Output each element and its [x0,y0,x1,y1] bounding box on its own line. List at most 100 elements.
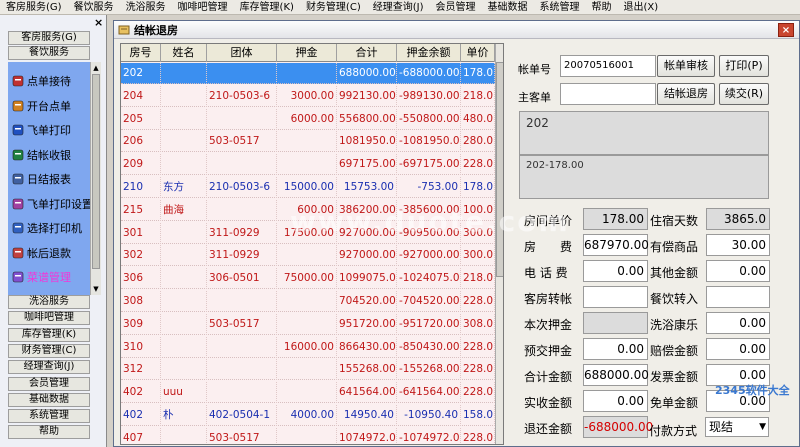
menu-item-5[interactable]: 财务管理(C) [300,0,367,15]
sidebar-item-5[interactable]: 飞单打印设置 [11,193,93,215]
table-cell: 228.0 [461,336,495,358]
sidebar-category-7[interactable]: 系统管理 [8,409,90,424]
sidebar-close-icon[interactable]: × [94,17,103,29]
table-cell [277,359,337,381]
table-row[interactable]: 215 曲海 600.00 386200.00 -385600.00 100.0 [121,199,495,221]
menu-item-3[interactable]: 咖啡吧管理 [172,0,234,15]
sidebar-category-3[interactable]: 财务管理(C) [8,343,90,358]
menu-item-11[interactable]: 退出(X) [618,0,665,15]
table-row[interactable]: 301 311-0929 17500.00 927000.00 -909500.00 30… [121,222,495,244]
checkout-button[interactable]: 结帐退房 [657,83,715,105]
menu-item-10[interactable]: 帮助 [586,0,618,15]
sidebar-category-catering[interactable]: 餐饮服务 [8,46,90,60]
menu-item-6[interactable]: 经理查询(J) [367,0,430,15]
right_fields-field-2[interactable]: 0.00 [706,260,770,282]
sidebar-category-2[interactable]: 库存管理(K) [8,327,90,342]
main-guest-field[interactable] [560,83,656,105]
menu-item-4[interactable]: 库存管理(K) [234,0,300,15]
sidebar-item-4[interactable]: 日结报表 [11,168,71,190]
table-row[interactable]: 210 东方 210-0503-6 15000.00 15753.00 -753.00 17… [121,177,495,198]
sidebar-category-4[interactable]: 经理查询(J) [8,360,90,375]
column-header[interactable]: 押金余额 [397,44,461,62]
table-row[interactable]: 306 306-0501 75000.00 1099075.00 -1024075.00… [121,268,495,290]
menu-item-0[interactable]: 客房服务(G) [0,0,68,15]
sidebar-category-0[interactable]: 洗浴服务 [8,295,90,309]
scroll-down-icon[interactable]: ▼ [92,284,100,294]
print-button[interactable]: 打印(P) [719,55,769,77]
bill-no-field[interactable]: 20070516001 [560,55,656,77]
scroll-up-icon[interactable]: ▲ [92,63,100,73]
sidebar-item-2[interactable]: 飞单打印 [11,119,71,141]
table-cell: 14950.40 [337,405,397,426]
table-row[interactable]: 204 210-0503-6 3000.00 992130.00 -989130.00 2… [121,85,495,107]
column-header[interactable]: 姓名 [161,44,207,62]
right_fields-field-3[interactable] [706,286,770,308]
column-header[interactable]: 单价 [461,44,495,62]
table-cell: 402-0504-1 [207,405,277,426]
left_fields-field-3[interactable] [583,286,648,308]
scroll-thumb[interactable] [92,74,100,269]
table-row[interactable]: 308 704520.00 -704520.00 228.0 [121,291,495,312]
checkout-icon [118,25,130,34]
menu-item-9[interactable]: 系统管理 [534,0,586,15]
left_fields-field-1[interactable]: 687970.00 [583,234,649,256]
table-cell: -850430.00 [397,336,461,358]
column-header[interactable]: 团体 [207,44,277,62]
left_fields-field-2[interactable]: 0.00 [583,260,648,282]
table-cell: uuu [161,382,207,404]
menu-icon [11,270,25,284]
menu-item-8[interactable]: 基础数据 [482,0,534,15]
right_fields-field-4[interactable]: 0.00 [706,312,770,334]
right_fields-field-1[interactable]: 30.00 [706,234,770,256]
main-guest-label: 主客单 [518,91,551,104]
sidebar-category-1[interactable]: 咖啡吧管理 [8,311,90,326]
sidebar-category-6[interactable]: 基础数据 [8,392,90,407]
table-cell [277,313,337,335]
room-grid[interactable]: 房号 姓名 团体 押金 合计 押金余额 单价 202 688000.00 -688000.00 1… [120,43,504,445]
menu-item-2[interactable]: 洗浴服务 [120,0,172,15]
left_fields-field-5[interactable]: 0.00 [583,338,648,360]
sidebar-category-5[interactable]: 会员管理 [8,376,90,391]
table-row[interactable]: 209 697175.00 -697175.00 228.0 [121,154,495,176]
grid-scrollbar[interactable] [495,44,503,444]
table-row[interactable]: 202 688000.00 -688000.00 178.0 [121,63,495,84]
table-row[interactable]: 205 6000.00 556800.00 -550800.00 480.0 [121,108,495,130]
table-cell: -989130.00 [397,85,461,107]
sidebar-item-7[interactable]: 帐后退款 [11,242,71,264]
sidebar-item-3[interactable]: 结帐收银 [11,144,71,166]
table-row[interactable]: 206 503-0517 1081950.00 -1081950.00 280.0 [121,131,495,153]
payment-method-select[interactable]: 现结 ▼ [705,417,769,437]
close-icon[interactable]: × [778,23,794,37]
table-row[interactable]: 310 16000.00 866430.00 -850430.00 228.0 [121,336,495,358]
grid-scroll-thumb[interactable] [496,62,503,277]
audit-button[interactable]: 帐单审核 [657,55,715,77]
sidebar-item-8[interactable]: 菜谱管理 [11,266,71,288]
table-cell: 4000.00 [277,405,337,426]
right_fields-field-5[interactable]: 0.00 [706,338,770,360]
table-cell: -155268.00 [397,359,461,381]
sidebar-item-6[interactable]: 选择打印机 [11,217,82,239]
renew-button[interactable]: 续交(R) [719,83,769,105]
menu-item-1[interactable]: 餐饮服务 [68,0,120,15]
left_fields-field-6[interactable]: 688000.00 [583,364,649,386]
table-row[interactable]: 302 311-0929 927000.00 -927000.00 300.0 [121,245,495,267]
sidebar-item-1[interactable]: 开台点单 [11,95,71,117]
sidebar-category-8[interactable]: 帮助 [8,425,90,440]
column-header[interactable]: 合计 [337,44,397,62]
table-row[interactable]: 402 朴 402-0504-1 4000.00 14950.40 -10950.40 15… [121,405,495,426]
sidebar-item-0[interactable]: 点单接待 [11,70,71,92]
column-header[interactable]: 房号 [121,44,161,62]
table-cell: -550800.00 [397,108,461,130]
column-header[interactable]: 押金 [277,44,337,62]
chevron-down-icon[interactable]: ▼ [759,418,766,436]
remarks-memo[interactable]: 202 [519,111,769,155]
table-row[interactable]: 312 155268.00 -155268.00 228.0 [121,359,495,381]
sidebar-category-room-service[interactable]: 客房服务(G) [8,31,90,45]
table-row[interactable]: 402 uuu 641564.00 -641564.00 228.0 [121,382,495,404]
sidebar-scrollbar[interactable]: ▲ ▼ [90,62,101,295]
table-row[interactable]: 407 503-0517 1074972.00 -1074972.00 228.0 [121,427,495,444]
left_fields-field-7[interactable]: 0.00 [583,390,648,412]
table-row[interactable]: 309 503-0517 951720.00 -951720.00 308.0 [121,313,495,335]
menu-item-7[interactable]: 会员管理 [430,0,482,15]
detail-memo[interactable]: 202-178.00 [519,155,769,199]
